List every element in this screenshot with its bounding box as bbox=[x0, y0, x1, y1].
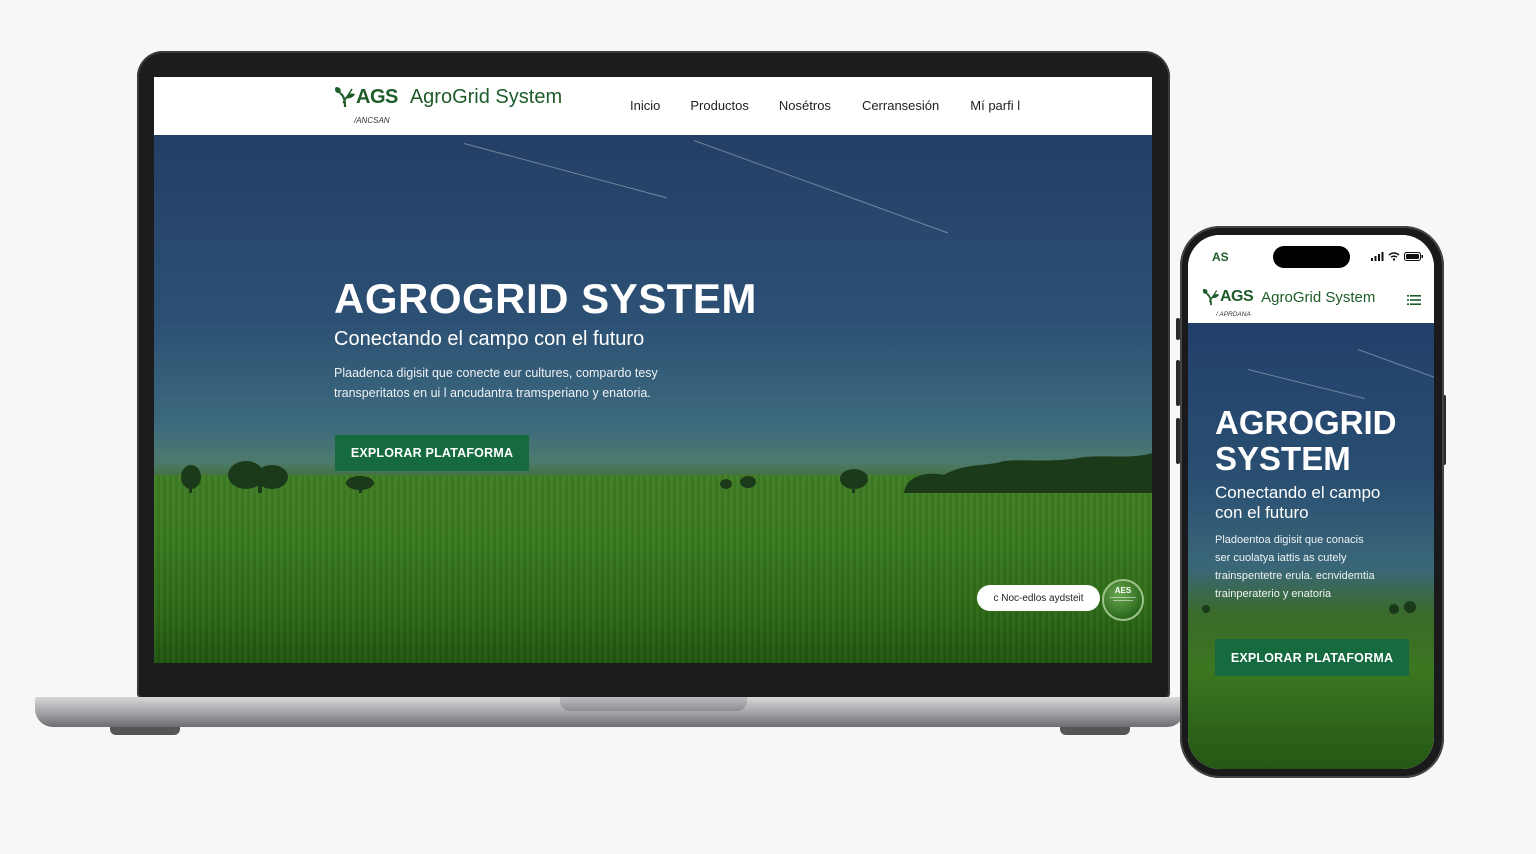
treeline bbox=[181, 453, 1152, 493]
status-icons bbox=[1371, 252, 1424, 261]
hero-description-line: Plaadenca digisit que conecte eur cultur… bbox=[334, 366, 658, 380]
leaf-sprout-icon bbox=[335, 87, 355, 108]
contrail bbox=[1357, 349, 1434, 381]
hero-subtitle-line: Conectando el campo bbox=[1215, 483, 1381, 502]
hero-description-line: trainspentetre erula. ecnvidemtia bbox=[1215, 570, 1375, 582]
leaf-sprout-icon bbox=[1202, 288, 1220, 306]
dynamic-island bbox=[1273, 246, 1350, 268]
desktop-hero: AGROGRID SYSTEM Conectando el campo con … bbox=[154, 135, 1152, 663]
logo-abbreviation: AGS bbox=[1220, 288, 1254, 305]
badge-line bbox=[1113, 600, 1133, 601]
mobile-hero: AGROGRID SYSTEM Conectando el campo con … bbox=[1188, 323, 1434, 769]
contrail bbox=[463, 143, 667, 199]
status-bar: AS bbox=[1188, 235, 1434, 279]
contrail bbox=[693, 140, 948, 234]
nav-item-cerrar-sesion[interactable]: Cerransesión bbox=[862, 98, 939, 113]
hero-description: Pladoentoa digisit que conacis ser cuola… bbox=[1215, 531, 1410, 603]
chat-chip[interactable]: c Noc-edlos aydsteit bbox=[977, 585, 1100, 611]
logo-tagline: /ANCSAN bbox=[354, 116, 390, 125]
nav-item-inicio[interactable]: Inicio bbox=[630, 98, 660, 113]
battery-icon bbox=[1404, 252, 1423, 261]
hero-description-line: ser cuolatya iattis as cutely bbox=[1215, 552, 1347, 564]
hero-subtitle-line: con el futuro bbox=[1215, 503, 1309, 522]
desktop-website: AGS AgroGrid System /ANCSAN Inicio Produ… bbox=[154, 77, 1152, 663]
logo-tagline: / APRDANA bbox=[1216, 311, 1251, 318]
badge-label: AES bbox=[1114, 586, 1132, 595]
contrail bbox=[1247, 369, 1365, 400]
logo-name: AgroGrid System bbox=[1261, 288, 1376, 306]
explore-platform-button[interactable]: EXPLORAR PLATAFORMA bbox=[1215, 639, 1409, 676]
nav-item-nosotros[interactable]: Nosétros bbox=[779, 98, 831, 113]
cellular-signal-icon bbox=[1371, 252, 1384, 261]
status-bar-label: AS bbox=[1212, 250, 1229, 264]
hero-title-line: SYSTEM bbox=[1215, 440, 1351, 477]
hero-description-line: transperitatos en ui l ancudantra tramsp… bbox=[334, 386, 651, 400]
laptop-foot-right bbox=[1060, 727, 1130, 735]
mobile-website: AS AGS AgroGrid System / APRDANA AGROGRI… bbox=[1188, 235, 1434, 769]
desktop-menu: Inicio Productos Nosétros Cerransesión M… bbox=[630, 98, 1020, 113]
hero-description-line: Pladoentoa digisit que conacis bbox=[1215, 534, 1364, 546]
nav-item-productos[interactable]: Productos bbox=[690, 98, 749, 113]
hero-title: AGROGRID SYSTEM bbox=[334, 275, 757, 322]
hero-title: AGROGRID SYSTEM bbox=[1215, 405, 1415, 477]
logo-abbreviation: AGS bbox=[356, 85, 398, 108]
wifi-icon bbox=[1388, 252, 1400, 261]
grass-field bbox=[154, 475, 1152, 663]
explore-platform-button[interactable]: EXPLORAR PLATAFORMA bbox=[335, 435, 529, 471]
hamburger-menu-icon[interactable] bbox=[1407, 293, 1421, 311]
certification-badge: AES bbox=[1102, 579, 1144, 621]
desktop-navbar: AGS AgroGrid System /ANCSAN Inicio Produ… bbox=[154, 77, 1152, 135]
hero-description: Plaadenca digisit que conecte eur cultur… bbox=[334, 363, 694, 403]
mobile-logo[interactable]: AGS AgroGrid System / APRDANA bbox=[1202, 287, 1376, 318]
logo-name: AgroGrid System bbox=[409, 85, 563, 108]
hero-subtitle: Conectando el campo con el futuro bbox=[1215, 483, 1415, 523]
laptop-opening-notch bbox=[560, 697, 747, 711]
laptop-foot-left bbox=[110, 727, 180, 735]
hero-subtitle: Conectando el campo con el futuro bbox=[334, 328, 645, 350]
mobile-navbar: AGS AgroGrid System / APRDANA bbox=[1188, 279, 1434, 323]
hero-title-line: AGROGRID bbox=[1215, 404, 1397, 441]
hero-description-line: trainperaterio y enatoria bbox=[1215, 588, 1332, 600]
nav-item-mi-perfil[interactable]: Mí parfi l bbox=[970, 98, 1020, 113]
desktop-logo[interactable]: AGS AgroGrid System /ANCSAN bbox=[334, 85, 563, 125]
badge-line bbox=[1110, 597, 1136, 598]
